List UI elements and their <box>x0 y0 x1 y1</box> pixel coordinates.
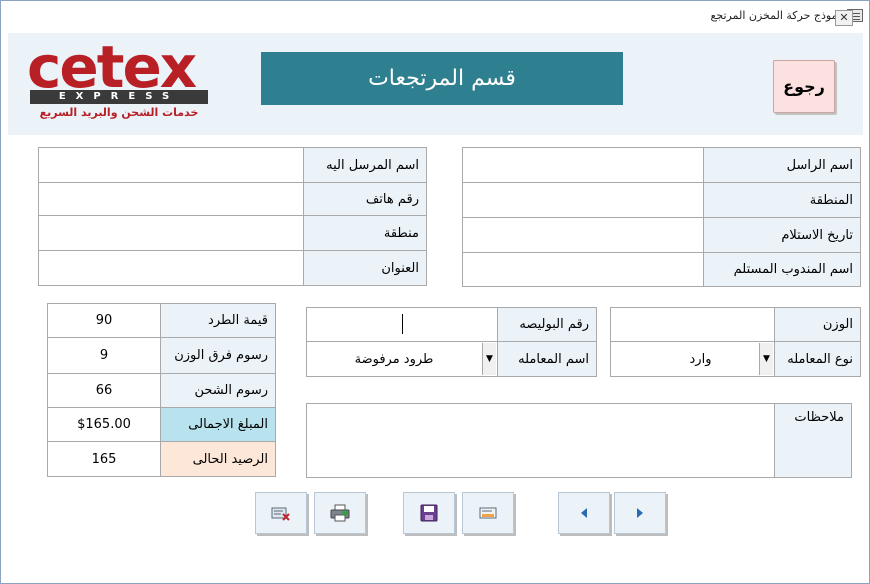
transaction-name-value: طرود مرفوضة <box>354 351 434 367</box>
chevron-down-icon[interactable]: ▼ <box>759 343 773 375</box>
form-window: نموذج حركة المخزن المرتجع ✕ cetex EXPRES… <box>0 0 870 584</box>
delegate-name-field[interactable] <box>462 252 704 287</box>
current-balance-label: الرصيد الحالى <box>160 441 276 477</box>
policy-number-label: رقم البوليصه <box>497 307 597 342</box>
save-icon <box>420 504 438 522</box>
transaction-type-label: نوع المعامله <box>774 341 861 377</box>
notes-label: ملاحظات <box>774 403 852 478</box>
recipient-phone-label: رقم هاتف <box>303 182 427 216</box>
text-cursor <box>402 314 403 334</box>
new-record-button[interactable] <box>462 492 514 534</box>
delete-record-button[interactable] <box>255 492 307 534</box>
recipient-name-label: اسم المرسل اليه <box>303 147 427 183</box>
logo: cetex <box>27 33 197 101</box>
print-icon <box>330 504 350 522</box>
print-button[interactable] <box>314 492 366 534</box>
previous-record-icon <box>581 508 587 518</box>
recipient-region-field[interactable] <box>38 215 304 251</box>
sender-name-label: اسم الراسل <box>703 147 861 183</box>
delegate-name-label: اسم المندوب المستلم <box>703 252 861 287</box>
page-title: قسم المرتجعات <box>261 52 623 105</box>
recipient-phone-field[interactable] <box>38 182 304 216</box>
chevron-down-icon[interactable]: ▼ <box>482 343 496 375</box>
new-record-icon <box>479 507 497 519</box>
weight-diff-fee-label: رسوم فرق الوزن <box>160 337 276 374</box>
shipping-fee-label: رسوم الشحن <box>160 373 276 408</box>
delete-record-icon <box>271 507 290 521</box>
receipt-date-label: تاريخ الاستلام <box>703 217 861 253</box>
notes-field[interactable] <box>306 403 775 478</box>
current-balance-field[interactable]: 165 <box>47 441 161 477</box>
recipient-address-label: العنوان <box>303 250 427 286</box>
next-record-button[interactable] <box>614 492 666 534</box>
transaction-type-select[interactable]: ▼ وارد <box>610 341 775 377</box>
weight-diff-fee-field[interactable]: 9 <box>47 337 161 374</box>
window-title: نموذج حركة المخزن المرتجع <box>710 9 841 22</box>
parcel-value-label: قيمة الطرد <box>160 303 276 338</box>
transaction-type-value: وارد <box>689 351 712 367</box>
total-amount-field[interactable]: $165.00 <box>47 407 161 442</box>
title-bar: نموذج حركة المخزن المرتجع ✕ <box>1 1 869 31</box>
recipient-name-field[interactable] <box>38 147 304 183</box>
weight-field[interactable] <box>610 307 775 342</box>
weight-label: الوزن <box>774 307 861 342</box>
next-record-icon <box>637 508 643 518</box>
recipient-region-label: منطقة <box>303 215 427 251</box>
previous-record-button[interactable] <box>558 492 610 534</box>
sender-name-field[interactable] <box>462 147 704 183</box>
transaction-name-select[interactable]: ▼ طرود مرفوضة <box>306 341 498 377</box>
transaction-name-label: اسم المعامله <box>497 341 597 377</box>
logo-subtitle: EXPRESS <box>30 90 208 104</box>
sender-region-field[interactable] <box>462 182 704 218</box>
back-button[interactable]: رجوع <box>773 60 835 113</box>
sender-region-label: المنطقة <box>703 182 861 218</box>
total-amount-label: المبلغ الاجمالى <box>160 407 276 442</box>
parcel-value-field[interactable]: 90 <box>47 303 161 338</box>
save-button[interactable] <box>403 492 455 534</box>
policy-number-field[interactable] <box>306 307 498 342</box>
recipient-address-field[interactable] <box>38 250 304 286</box>
receipt-date-field[interactable] <box>462 217 704 253</box>
close-button[interactable]: ✕ <box>835 10 853 26</box>
shipping-fee-field[interactable]: 66 <box>47 373 161 408</box>
logo-tagline: خدمات الشحن والبريد السريع <box>39 106 199 119</box>
